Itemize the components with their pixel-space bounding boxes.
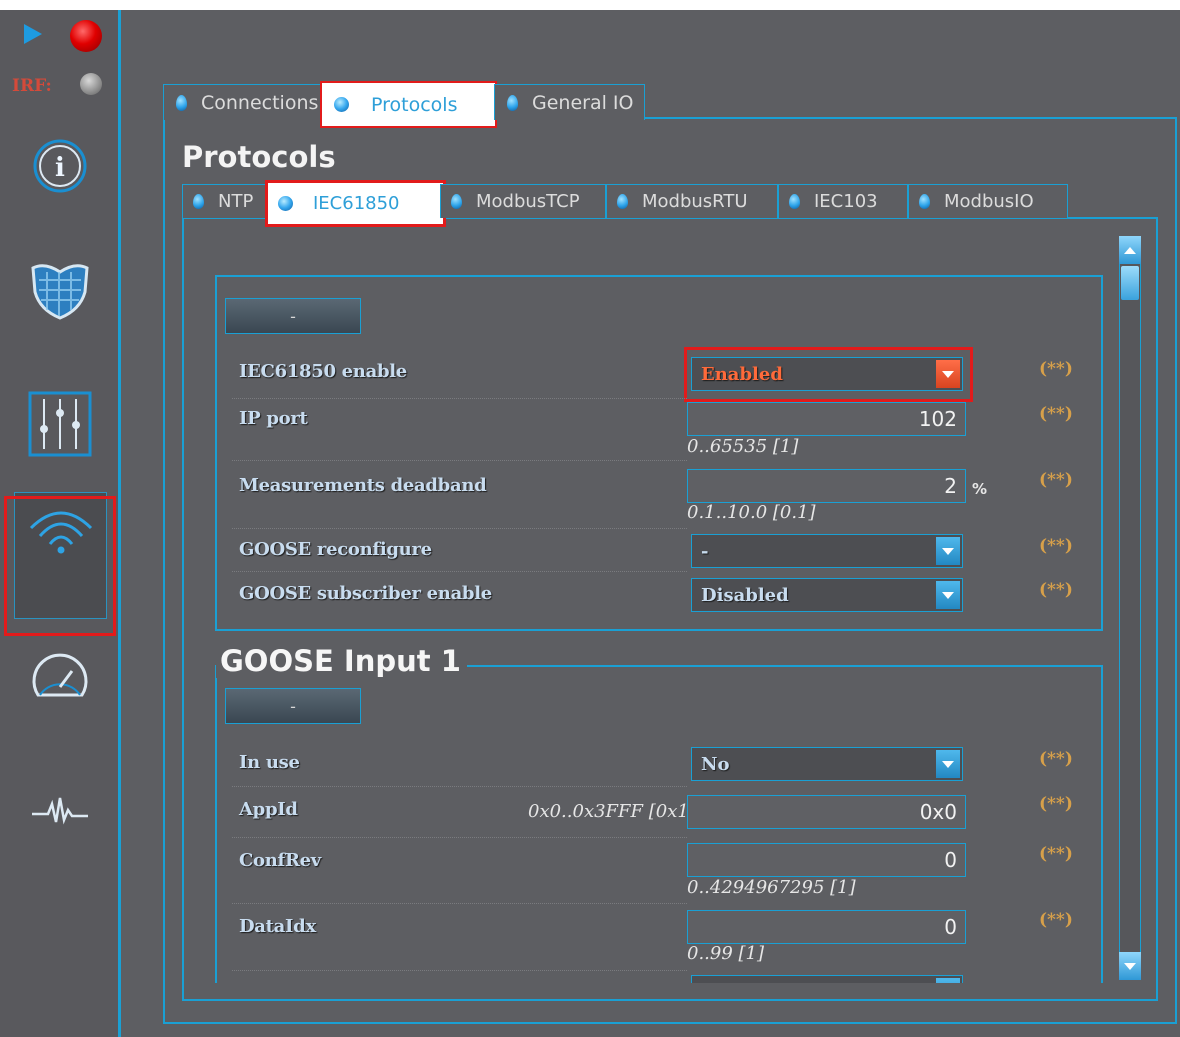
- in-use-select[interactable]: No: [691, 747, 963, 781]
- tab-label: IEC61850: [313, 193, 400, 214]
- top-edge: [0, 0, 1180, 10]
- chevron-down-icon: [936, 978, 960, 983]
- appid-range-hint: 0x0..0x3FFF [0x1]: [528, 801, 696, 822]
- collapse-iec61850-button[interactable]: -: [225, 298, 361, 334]
- tab-status-icon: [278, 196, 293, 211]
- play-icon[interactable]: [24, 24, 42, 44]
- required-marker: (**): [1039, 359, 1073, 379]
- sidebar-button-measurement[interactable]: [12, 628, 108, 724]
- sidebar-button-settings[interactable]: [12, 376, 108, 472]
- tab-label: IEC103: [814, 191, 878, 212]
- sidebar-button-security[interactable]: [12, 242, 108, 338]
- dataidx-label: DataIdx: [239, 916, 316, 937]
- irf-label: IRF:: [12, 76, 52, 96]
- deadband-range-hint: 0.1..10.0 [0.1]: [687, 502, 816, 523]
- scrollbar-track[interactable]: [1119, 260, 1141, 958]
- svg-text:i: i: [55, 153, 65, 183]
- tab-label: Connections: [201, 91, 319, 114]
- goose-subscriber-select[interactable]: Disabled: [691, 578, 963, 612]
- scrollbar-thumb[interactable]: [1121, 266, 1139, 300]
- highlight-communication: [4, 496, 116, 636]
- collapse-goose-input-1-button[interactable]: -: [225, 688, 361, 724]
- required-marker: (**): [1039, 749, 1073, 769]
- gauge-icon: [32, 653, 88, 697]
- goose-reconfigure-select[interactable]: -: [691, 534, 963, 568]
- waveform-icon: [32, 797, 88, 825]
- tab-status-icon: [617, 194, 628, 209]
- tab-status-icon: [507, 94, 518, 111]
- tab-status-icon: [176, 94, 187, 111]
- vertical-scrollbar[interactable]: [1117, 234, 1143, 984]
- tab-modbusio[interactable]: ModbusIO: [908, 184, 1068, 218]
- tab-connections[interactable]: Connections: [163, 84, 323, 120]
- info-icon: i: [33, 139, 87, 193]
- required-marker: (**): [1039, 404, 1073, 424]
- record-icon[interactable]: [70, 20, 102, 52]
- tab-general-io[interactable]: General IO: [494, 84, 645, 120]
- ip-port-label: IP port: [239, 408, 308, 429]
- confrev-range-hint: 0..4294967295 [1]: [687, 877, 856, 898]
- select-value: Disabled: [701, 584, 789, 606]
- ip-port-input[interactable]: 102: [687, 402, 966, 436]
- tab-protocols[interactable]: Protocols: [320, 81, 497, 128]
- appid-label: AppId: [239, 799, 298, 820]
- irf-status-led-icon: [80, 73, 102, 95]
- tab-label: General IO: [532, 91, 634, 114]
- page-title: Protocols: [182, 140, 336, 174]
- select-value: -: [701, 540, 709, 562]
- dataidx-range-hint: 0..99 [1]: [687, 943, 765, 964]
- scroll-down-button[interactable]: [1119, 952, 1141, 980]
- deadband-input[interactable]: 2: [687, 469, 966, 503]
- shield-icon: [31, 264, 89, 320]
- tab-modbustcp[interactable]: ModbusTCP: [440, 184, 606, 218]
- iec61850-enable-label: IEC61850 enable: [239, 361, 407, 382]
- settings-scroll-area: - IEC61850 enable Enabled (**) IP port 1…: [190, 230, 1113, 983]
- required-marker: (**): [1039, 536, 1073, 556]
- chevron-up-icon: [1124, 246, 1136, 254]
- tab-iec61850[interactable]: IEC61850: [265, 180, 446, 227]
- required-marker: (**): [1039, 470, 1073, 490]
- ip-port-range-hint: 0..65535 [1]: [687, 436, 799, 457]
- select-value: No: [701, 753, 730, 775]
- tab-ntp[interactable]: NTP: [182, 184, 274, 218]
- tab-label: NTP: [218, 191, 254, 212]
- scroll-up-button[interactable]: [1119, 236, 1141, 264]
- highlight-enable: [684, 347, 973, 402]
- sidebar: IRF: i: [0, 10, 121, 1037]
- sidebar-button-info[interactable]: i: [12, 118, 108, 214]
- required-marker: (**): [1039, 794, 1073, 814]
- goose-reconfigure-label: GOOSE reconfigure: [239, 539, 432, 560]
- required-marker: (**): [1039, 844, 1073, 864]
- tab-label: ModbusRTU: [642, 191, 748, 212]
- tab-label: ModbusIO: [944, 191, 1034, 212]
- in-use-label: In use: [239, 752, 300, 773]
- dataidx-input[interactable]: 0: [687, 910, 966, 944]
- sidebar-button-events[interactable]: [12, 762, 108, 858]
- tab-modbusrtu[interactable]: ModbusRTU: [606, 184, 778, 218]
- chevron-down-icon: [936, 750, 960, 778]
- confrev-input[interactable]: 0: [687, 843, 966, 877]
- required-marker: (**): [1039, 580, 1073, 600]
- app-window: IRF: i Connections Protocols General IO …: [0, 0, 1180, 1037]
- tab-status-icon: [789, 194, 800, 209]
- chevron-down-icon: [936, 581, 960, 609]
- tab-status-icon: [451, 194, 462, 209]
- deadband-label: Measurements deadband: [239, 475, 487, 496]
- next-row-select[interactable]: [691, 975, 963, 983]
- tab-iec103[interactable]: IEC103: [778, 184, 908, 218]
- tab-label: Protocols: [371, 93, 458, 116]
- tab-label: ModbusTCP: [476, 191, 580, 212]
- tab-status-icon: [919, 194, 930, 209]
- chevron-down-icon: [1124, 962, 1136, 970]
- confrev-label: ConfRev: [239, 850, 321, 871]
- sliders-icon: [28, 391, 92, 457]
- deadband-unit: %: [972, 480, 988, 498]
- tab-status-icon: [193, 194, 204, 209]
- goose-subscriber-label: GOOSE subscriber enable: [239, 583, 492, 604]
- goose-input-1-title: GOOSE Input 1: [216, 644, 467, 678]
- chevron-down-icon: [936, 537, 960, 565]
- required-marker: (**): [1039, 910, 1073, 930]
- tab-status-icon: [334, 97, 349, 112]
- appid-input[interactable]: 0x0: [687, 795, 966, 829]
